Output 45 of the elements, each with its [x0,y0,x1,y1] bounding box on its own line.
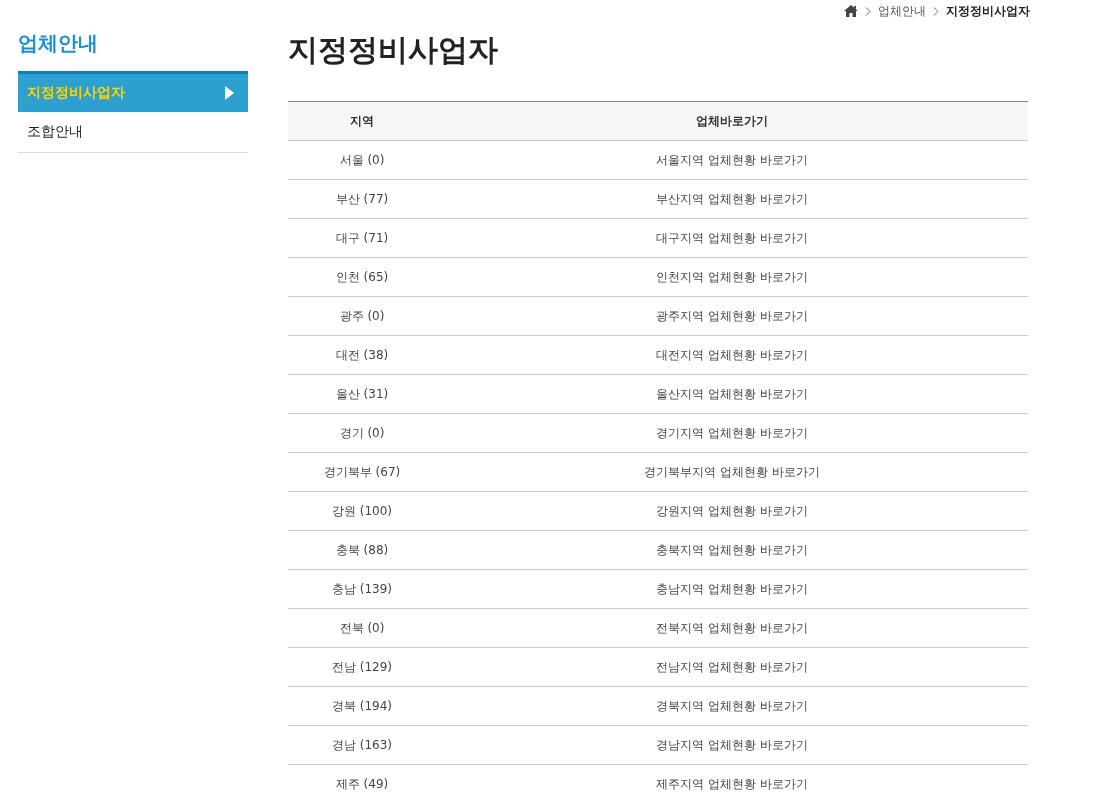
table-cell: 제주 (49) [288,764,436,803]
sidebar-title: 업체안내 [18,30,99,57]
sidebar-item[interactable]: 조합안내 [18,112,248,153]
table-cell: 전북 (0) [288,608,436,648]
table-cell: 경기 (0) [288,413,436,453]
region-link[interactable]: 충북지역 업체현황 바로가기 [656,542,808,557]
chevron-icon [933,6,939,16]
table-cell: 경남 (163) [288,725,436,765]
column-header: 지역 [288,101,436,141]
region-link[interactable]: 제주지역 업체현황 바로가기 [656,776,808,791]
table-cell: 경기북부 (67) [288,452,436,492]
region-link[interactable]: 대구지역 업체현황 바로가기 [656,230,808,245]
breadcrumb-link[interactable]: 지정정비사업자 [946,2,1030,20]
breadcrumb-link[interactable]: 업체안내 [878,2,926,20]
region-link[interactable]: 전북지역 업체현황 바로가기 [656,620,808,635]
region-link[interactable]: 인천지역 업체현황 바로가기 [656,269,808,284]
region-link[interactable]: 서울지역 업체현황 바로가기 [656,152,808,167]
table-cell: 대구 (71) [288,218,436,258]
table-cell: 충북 (88) [288,530,436,570]
chevron-icon [865,6,871,16]
region-link[interactable]: 경기지역 업체현황 바로가기 [656,425,808,440]
page-title: 지정정비사업자 [288,31,499,69]
table-cell: 울산 (31) [288,374,436,414]
region-link[interactable]: 경남지역 업체현황 바로가기 [656,737,808,752]
table-cell: 서울 (0) [288,140,436,180]
table-cell: 경북 (194) [288,686,436,726]
table-cell: 부산 (77) [288,179,436,219]
triangle-icon [225,86,234,100]
table-cell: 강원 (100) [288,491,436,531]
region-link[interactable]: 강원지역 업체현황 바로가기 [656,503,808,518]
region-link[interactable]: 경북지역 업체현황 바로가기 [656,698,808,713]
home-icon[interactable] [844,5,858,17]
table-cell: 인천 (65) [288,257,436,297]
region-link[interactable]: 울산지역 업체현황 바로가기 [656,386,808,401]
table-cell: 충남 (139) [288,569,436,609]
region-link[interactable]: 경기북부지역 업체현황 바로가기 [644,464,820,479]
region-link[interactable]: 충남지역 업체현황 바로가기 [656,581,808,596]
column-header: 업체바로가기 [436,101,1028,141]
region-link[interactable]: 전남지역 업체현황 바로가기 [656,659,808,674]
region-link[interactable]: 광주지역 업체현황 바로가기 [656,308,808,323]
region-link[interactable]: 부산지역 업체현황 바로가기 [656,191,808,206]
table-cell: 광주 (0) [288,296,436,336]
region-link[interactable]: 대전지역 업체현황 바로가기 [656,347,808,362]
table-cell: 대전 (38) [288,335,436,375]
table-cell: 전남 (129) [288,647,436,687]
